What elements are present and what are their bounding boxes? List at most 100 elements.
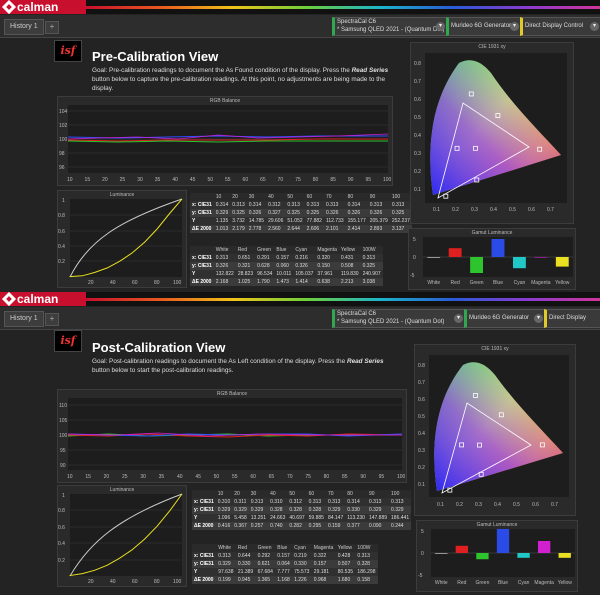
y-tick: 0.4 [58, 541, 65, 547]
table-cell: 37.961 [315, 270, 339, 278]
table-cell: 0.638 [315, 278, 339, 286]
cie-chart: CIE 1931 xy 0.1 0.2 0.3 0.4 0.5 0.6 0.7 … [410, 42, 574, 224]
add-tab-button[interactable]: + [45, 21, 59, 34]
x-tick: 75 [305, 474, 311, 480]
generator-selector[interactable]: Murideo 6G Generator ▾ [464, 309, 546, 328]
table-header-row: White Red Green Blue Cyan Magenta Yellow 100W [190, 246, 383, 254]
grayscale-table: 10 20 30 40 50 60 70 80 90 100 x: CIE31 0.310 0.311 0… [192, 490, 412, 530]
gamut-category-label: Blue [498, 580, 508, 586]
chevron-down-icon[interactable]: ▾ [436, 22, 445, 31]
calman-logo-icon [1, 292, 17, 307]
table-cell: 1.096 [215, 514, 233, 522]
table-cell: 113.230 [345, 514, 367, 522]
gamut-luminance-chart: Gamut Luminance 5 0 -5 White Red Green Blue… [408, 228, 576, 290]
y-tick: 105 [59, 418, 68, 424]
chevron-down-icon[interactable]: ▾ [534, 314, 543, 323]
meter-selector[interactable]: SpectraCal C6 * Samsung QLED 2021 - (Quan… [332, 17, 448, 36]
column-header: Blue [275, 544, 293, 552]
table-cell: 0.326 [367, 209, 390, 217]
gamut-category-label: Magenta [534, 580, 554, 586]
table-cell: 1.013 [213, 225, 231, 233]
generator-selector[interactable]: Murideo 6G Generator ▾ [446, 17, 522, 36]
chevron-down-icon[interactable]: ▾ [590, 22, 599, 31]
column-header: 80 [345, 490, 367, 498]
x-tick: 60 [250, 474, 256, 480]
chevron-down-icon[interactable]: ▾ [454, 314, 463, 323]
table-cell: 0.330 [235, 560, 256, 568]
table-cell: 75.573 [292, 568, 312, 576]
gamut-category-label: Yellow [558, 580, 573, 586]
rgb-balance-chart: RGB Balance 104 102 100 98 96 10 15 20 25 30… [57, 96, 393, 186]
table-cell: 0.325 [230, 209, 247, 217]
table-cell: 2.179 [230, 225, 247, 233]
gamut-category-label: Blue [493, 280, 503, 286]
table-row: y: CIE31 0.329 0.329 0.329 0.328 0.328 0.328 0.… [192, 506, 412, 514]
session-tab-row: History 1 + SpectraCal C6 * Samsung QLED … [0, 15, 600, 38]
y-tick: 96 [59, 165, 65, 171]
y-tick: 100 [59, 433, 68, 439]
table-cell: 2.606 [304, 225, 324, 233]
x-tick: 70 [287, 474, 293, 480]
table-cell: 0.219 [292, 552, 312, 560]
column-header: 100W [355, 544, 378, 552]
column-header [192, 490, 216, 498]
y-tick: 0.2 [418, 465, 425, 471]
table-cell: 2.778 [246, 225, 267, 233]
column-header: Magenta [315, 246, 339, 254]
x-tick: 50 [207, 177, 213, 183]
y-tick: 0 [413, 255, 416, 261]
table-cell: 0.329 [389, 506, 412, 514]
column-header: 30 [248, 490, 269, 498]
table-cell: 1.365 [255, 576, 276, 584]
display-control-selector[interactable]: Direct Display Control ▾ [520, 17, 600, 36]
table-row: Y 132.822 28.823 96.534 10.011 105.037 37.961 1… [190, 270, 383, 278]
row-header: Y [192, 568, 217, 576]
gamut-bar-cyan [513, 257, 526, 269]
table-cell: 112.733 [323, 217, 346, 225]
chevron-down-icon[interactable]: ▾ [510, 22, 519, 31]
table-cell: 0.060 [274, 262, 294, 270]
x-tick: 0.6 [528, 207, 535, 213]
x-tick: 75 [295, 177, 301, 183]
column-header: 90 [367, 193, 390, 201]
rgb-balance-plot: 110 105 100 95 90 10 15 20 25 30 35 40 45 50 55 60… [59, 398, 406, 480]
table-row: y: CIE31 0.329 0.330 0.621 0.064 0.330 0.157 0.… [192, 560, 378, 568]
table-cell: 0.329 [215, 506, 233, 514]
table-cell: 24.663 [268, 514, 288, 522]
gamut-bar-yellow [555, 257, 569, 267]
table-row: Y 1.096 5.458 13.251 24.663 40.697 59.885 84.14… [192, 514, 412, 522]
page-title: Post-Calibration View [92, 340, 226, 355]
table-cell: 105.037 [293, 270, 316, 278]
row-header: y: CIE31 [192, 560, 217, 568]
table-cell: 0.968 [311, 576, 336, 584]
table-cell: 7.777 [275, 568, 293, 576]
meter-name: SpectraCal C6 [337, 19, 377, 25]
gamut-bar-magenta [534, 257, 548, 258]
row-header: y: CIE31 [190, 209, 214, 217]
gamut-category-label: Magenta [531, 280, 551, 286]
history-tab[interactable]: History 1 [4, 19, 44, 35]
meter-selector[interactable]: SpectraCal C6 * Samsung QLED 2021 - (Quan… [332, 309, 466, 328]
gamut-bar-white [435, 553, 448, 554]
table-cell: 0.329 [248, 506, 269, 514]
goal-text-emphasis: Read Series [346, 358, 384, 365]
x-tick: 40 [172, 177, 178, 183]
row-header: x: CIE31 [190, 201, 214, 209]
session-tab-row: History 1 + SpectraCal C6 * Samsung QLED … [0, 307, 600, 330]
column-header: 30 [246, 193, 267, 201]
x-tick: 35 [155, 177, 161, 183]
table-cell: 0.329 [213, 209, 231, 217]
table-cell: 2.644 [285, 225, 305, 233]
y-tick: 1 [62, 493, 65, 499]
x-tick: 40 [110, 579, 116, 585]
table-cell: 0.314 [213, 201, 231, 209]
display-control-selector[interactable]: Direct Display Control [544, 309, 600, 328]
history-tab[interactable]: History 1 [4, 311, 44, 327]
luminance-chart: Luminance 1 0.8 0.6 0.4 0.2 20 40 60 80 … [57, 190, 187, 288]
table-cell: 0.313 [389, 201, 412, 209]
table-cell: 0.508 [338, 262, 361, 270]
add-tab-button[interactable]: + [45, 313, 59, 326]
table-cell: 0.322 [311, 552, 336, 560]
table-cell: 51.052 [285, 217, 305, 225]
generator-name: Murideo 6G Generator [469, 315, 530, 321]
